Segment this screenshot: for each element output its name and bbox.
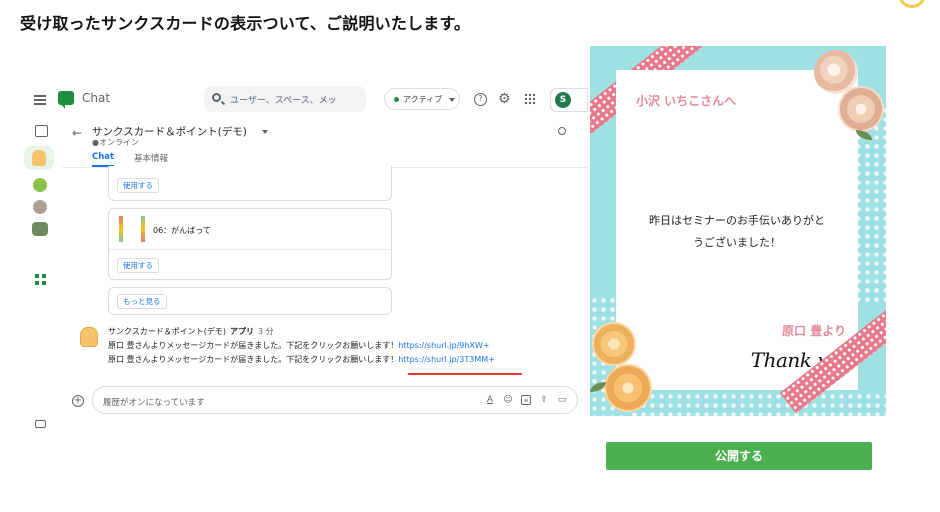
chevron-down-icon bbox=[449, 98, 455, 102]
spaces-icon[interactable] bbox=[35, 274, 46, 285]
publish-button[interactable]: 公開する bbox=[606, 442, 872, 470]
use-button[interactable]: 使用する bbox=[117, 178, 159, 193]
status-dot-icon bbox=[394, 97, 399, 102]
message-text: 原口 豊さんよりメッセージカードが届きました。下記をクリックお願いします！ bbox=[108, 355, 399, 364]
plus-circle-icon[interactable]: + bbox=[72, 395, 84, 407]
highlight-underline bbox=[408, 373, 522, 375]
compose-input[interactable]: 履歴がオンになっています bbox=[103, 396, 205, 408]
org-badge[interactable]: S bbox=[550, 88, 588, 112]
side-rail bbox=[22, 122, 58, 440]
rail-avatar[interactable] bbox=[32, 222, 48, 236]
chat-logo-icon bbox=[58, 91, 74, 109]
search-input[interactable]: ユーザー、スペース、メッ bbox=[230, 93, 337, 106]
tab-chat[interactable]: Chat bbox=[92, 152, 115, 167]
search-box[interactable]: ユーザー、スペース、メッ bbox=[204, 86, 366, 112]
corner-decoration bbox=[898, 0, 926, 8]
gif-icon[interactable]: ≡ bbox=[521, 395, 531, 405]
status-selector[interactable]: アクティブ bbox=[384, 88, 460, 110]
card-sender: 原口 豊より bbox=[782, 324, 846, 338]
page-headline: 受け取ったサンクスカードの表示ついて、ご説明いたします。 bbox=[20, 14, 471, 33]
message-link[interactable]: https://shurl.jp/3T3MM+ bbox=[398, 355, 495, 364]
card-item: 使用する bbox=[108, 166, 392, 201]
chat-main: ← サンクスカード＆ポイント(デモ) ●オンライン Chat 基本情報 使用する… bbox=[62, 122, 588, 440]
chevron-down-icon[interactable] bbox=[262, 130, 268, 134]
use-button[interactable]: 使用する bbox=[117, 258, 159, 273]
status-text: アクティブ bbox=[403, 95, 443, 104]
rose-decoration bbox=[604, 364, 652, 412]
rose-decoration bbox=[838, 86, 884, 132]
app-tag: アプリ bbox=[230, 327, 255, 336]
lace-decoration bbox=[630, 392, 886, 416]
upload-icon[interactable]: ⇪ bbox=[539, 395, 549, 405]
card-thumbnail bbox=[117, 214, 147, 245]
emoji-icon[interactable]: ☺ bbox=[503, 395, 513, 405]
message-link[interactable]: https://shurl.jp/9hXW+ bbox=[398, 341, 489, 350]
message-line: 原口 豊さんよりメッセージカードが届きました。下記をクリックお願いします！htt… bbox=[108, 340, 490, 351]
card-paper: 小沢 いちこさんへ 昨日はセミナーのお手伝いありがと うございました！ 原口 豊… bbox=[616, 70, 858, 390]
rail-avatar[interactable] bbox=[33, 200, 47, 214]
sender-name[interactable]: サンクスカード＆ポイント(デモ) bbox=[108, 327, 226, 336]
sender-avatar[interactable] bbox=[80, 327, 98, 347]
message-time: 3 分 bbox=[258, 327, 274, 336]
chat-screenshot: Chat ユーザー、スペース、メッ アクティブ ? ⚙ S ← サンクスカード＆… bbox=[22, 78, 588, 440]
card-message-line: 昨日はセミナーのお手伝いありがと bbox=[649, 214, 825, 227]
card-message: 昨日はセミナーのお手伝いありがと うございました！ bbox=[630, 210, 844, 254]
card-message-line: うございました！ bbox=[693, 236, 781, 249]
card-recipient: 小沢 いちこさんへ bbox=[636, 94, 737, 108]
search-icon bbox=[212, 93, 221, 102]
card-divider bbox=[109, 249, 391, 250]
message-line: 原口 豊さんよりメッセージカードが届きました。下記をクリックお願いします！htt… bbox=[108, 354, 495, 365]
gear-icon[interactable]: ⚙ bbox=[498, 91, 511, 107]
show-more-button[interactable]: もっと見る bbox=[117, 294, 167, 309]
compose-box[interactable]: 履歴がオンになっています A ☺ ≡ ⇪ ▭ bbox=[92, 386, 578, 414]
arrow-left-icon[interactable]: ← bbox=[72, 126, 82, 140]
rail-avatar[interactable] bbox=[33, 178, 47, 192]
card-label: 06：がんばって bbox=[153, 226, 211, 235]
card-item: 06：がんばって 使用する bbox=[108, 208, 392, 280]
menu-icon[interactable] bbox=[34, 95, 46, 105]
rose-decoration bbox=[592, 322, 636, 366]
card-item: もっと見る bbox=[108, 287, 392, 315]
message-text: 原口 豊さんよりメッセージカードが届きました。下記をクリックお願いします！ bbox=[108, 341, 399, 350]
video-icon[interactable] bbox=[35, 420, 46, 428]
app-name: Chat bbox=[82, 91, 111, 105]
rail-item-thanks-app[interactable] bbox=[24, 146, 54, 170]
chat-topbar: Chat ユーザー、スペース、メッ アクティブ ? ⚙ S bbox=[22, 78, 588, 122]
rail-chat-icon[interactable] bbox=[35, 125, 48, 137]
org-logo: S bbox=[555, 92, 571, 108]
video-icon[interactable]: ▭ bbox=[557, 395, 567, 405]
app-avatar-icon bbox=[32, 150, 46, 166]
message-header: サンクスカード＆ポイント(デモ) アプリ 3 分 bbox=[108, 326, 274, 337]
help-icon[interactable]: ? bbox=[474, 93, 487, 106]
thank-you-card: 小沢 いちこさんへ 昨日はセミナーのお手伝いありがと うございました！ 原口 豊… bbox=[590, 46, 886, 416]
text-format-icon[interactable]: A bbox=[485, 395, 495, 405]
tab-info[interactable]: 基本情報 bbox=[134, 152, 168, 164]
search-icon[interactable] bbox=[558, 127, 566, 135]
apps-grid-icon[interactable] bbox=[524, 93, 536, 105]
space-status: ●オンライン bbox=[92, 138, 139, 147]
